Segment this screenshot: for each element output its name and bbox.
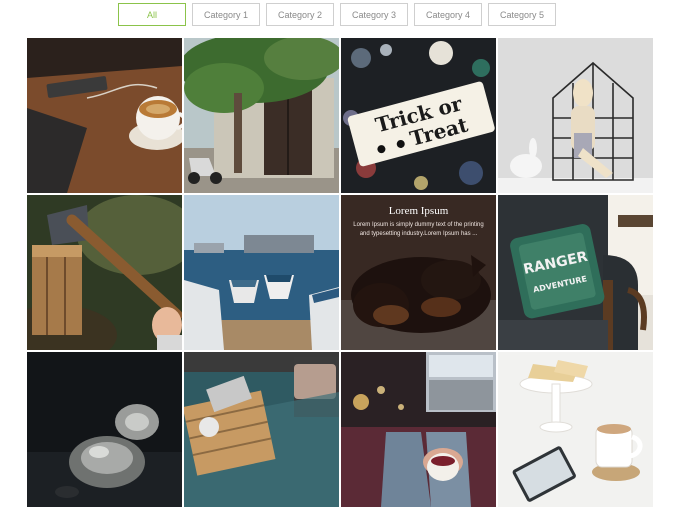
gallery-item-armchair-pillow[interactable]: RANGER ADVENTURE	[498, 195, 653, 350]
crate-table-photo	[184, 352, 339, 507]
coffee-desk-photo	[27, 38, 182, 193]
cake-coffee-photo	[498, 352, 653, 507]
gallery-item-trick-or-treat[interactable]: Trick or Treat	[341, 38, 496, 193]
category-filter-bar: All Category 1 Category 2 Category 3 Cat…	[0, 3, 680, 27]
gallery-item-silver-ornament[interactable]	[27, 352, 182, 507]
filter-category-5-button[interactable]: Category 5	[488, 3, 556, 26]
filter-category-4-button[interactable]: Category 4	[414, 3, 482, 26]
gallery-item-sleeping-dog[interactable]: Lorem Ipsum Lorem Ipsum is simply dummy …	[341, 195, 496, 350]
hover-caption-overlay: Lorem Ipsum Lorem Ipsum is simply dummy …	[341, 195, 496, 350]
gallery-item-crate-table[interactable]	[184, 352, 339, 507]
gallery-grid: Trick or Treat Lorem Ipsum Lorem Ipsum i…	[27, 38, 654, 508]
gallery-item-coffee-desk[interactable]	[27, 38, 182, 193]
filter-category-2-button[interactable]: Category 2	[266, 3, 334, 26]
gallery-item-tea-laptop[interactable]	[341, 352, 496, 507]
axe-stump-photo	[27, 195, 182, 350]
gallery-item-harbor-boats[interactable]	[184, 195, 339, 350]
hover-caption-text: Lorem Ipsum is simply dummy text of the …	[353, 222, 484, 237]
harbor-boats-photo	[184, 195, 339, 350]
gallery-item-cake-coffee[interactable]	[498, 352, 653, 507]
garden-gate-photo	[184, 38, 339, 193]
hover-caption-title: Lorem Ipsum	[388, 205, 449, 217]
filter-category-1-button[interactable]: Category 1	[192, 3, 260, 26]
tea-laptop-photo	[341, 352, 496, 507]
filter-category-3-button[interactable]: Category 3	[340, 3, 408, 26]
gallery-item-doll-shelf[interactable]	[498, 38, 653, 193]
doll-shelf-photo	[498, 38, 653, 193]
filter-all-button[interactable]: All	[118, 3, 186, 26]
gallery-item-axe-stump[interactable]	[27, 195, 182, 350]
armchair-pillow-photo: RANGER ADVENTURE	[498, 195, 653, 350]
gallery-item-garden-gate[interactable]	[184, 38, 339, 193]
trick-or-treat-photo: Trick or Treat	[341, 38, 496, 193]
silver-ornament-photo	[27, 352, 182, 507]
